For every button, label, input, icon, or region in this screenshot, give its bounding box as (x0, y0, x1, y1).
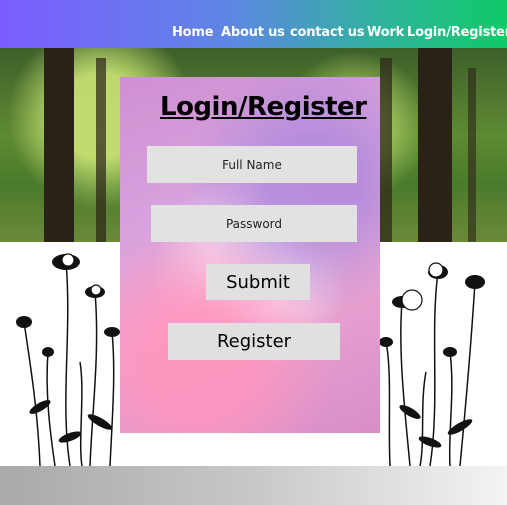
nav-home[interactable]: Home (172, 25, 214, 40)
form-title: Login/Register (160, 92, 367, 122)
nav-contact[interactable]: contact us (290, 25, 365, 40)
nav-work[interactable]: Work (367, 25, 404, 40)
top-nav: Home About us contact us Work Login/Regi… (0, 25, 507, 45)
nav-about[interactable]: About us (221, 25, 285, 40)
full-name-input[interactable] (147, 146, 357, 183)
footer-strip (0, 466, 507, 505)
submit-button[interactable]: Submit (206, 264, 310, 300)
password-input[interactable] (151, 205, 357, 242)
nav-login-register[interactable]: Login/Register (407, 25, 507, 40)
login-card (120, 77, 380, 433)
register-button[interactable]: Register (168, 323, 340, 360)
